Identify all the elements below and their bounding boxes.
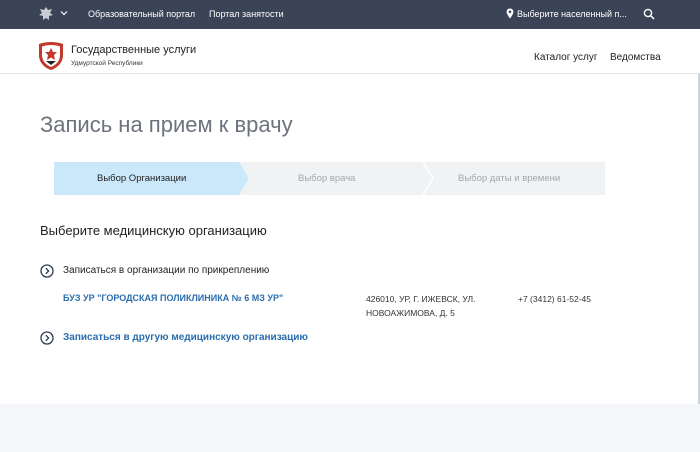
chevron-circle-icon[interactable] [40,331,54,345]
page-title: Запись на прием к врачу [40,112,293,137]
step-select-datetime: Выбор даты и времени [458,173,561,184]
employment-portal-link[interactable]: Портал занятости [209,9,284,19]
nav-catalog-link[interactable]: Каталог услуг [534,52,598,63]
other-org-link[interactable]: Записаться в другую медицинскую организа… [63,332,308,343]
step-select-doctor: Выбор врача [298,173,356,184]
coat-of-arms-icon[interactable] [38,6,54,22]
location-select[interactable]: Выберите населенный п... [517,9,627,19]
org-address-line2: НОВОАЖИМОВА, Д. 5 [366,308,455,318]
chevron-circle-icon[interactable] [40,264,54,278]
brand-region: Удмуртской Республики [71,60,143,67]
site-header: Государственные услуги Удмуртской Респуб… [0,29,700,74]
org-address-line1: 426010, УР, Г. ИЖЕВСК, УЛ. [366,294,476,304]
section-title: Выберите медицинскую организацию [40,223,267,238]
top-bar: Образовательный портал Портал занятости … [0,0,700,29]
attached-org-toggle[interactable]: Записаться в организации по прикреплению [63,265,269,276]
org-phone: +7 (3412) 61-52-45 [518,294,592,304]
nav-departments-link[interactable]: Ведомства [610,52,661,63]
brand-title[interactable]: Государственные услуги [71,44,196,56]
udmurtia-emblem-icon[interactable] [37,41,65,71]
progress-steps: Выбор Организации Выбор врача Выбор даты… [54,162,605,195]
search-icon[interactable] [643,8,655,20]
chevron-down-icon[interactable] [60,9,68,17]
step-select-organization: Выбор Организации [97,173,187,184]
footer [0,404,700,452]
education-portal-link[interactable]: Образовательный портал [88,9,195,19]
location-pin-icon[interactable] [506,8,514,19]
org-name-link[interactable]: БУЗ УР "ГОРОДСКАЯ ПОЛИКЛИНИКА № 6 МЗ УР" [63,293,283,303]
